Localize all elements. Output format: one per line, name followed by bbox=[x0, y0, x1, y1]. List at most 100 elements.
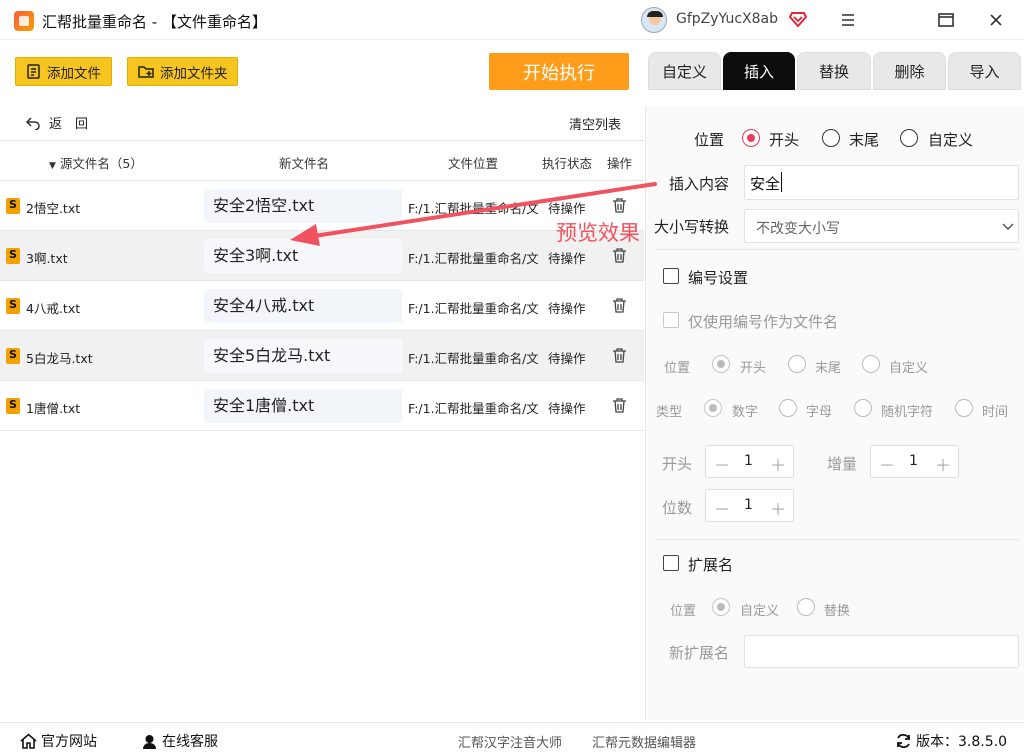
vip-diamond-icon[interactable] bbox=[788, 10, 808, 28]
table-row[interactable]: 4八戒.txt 安全4八戒.txt F:/1.汇帮批量重命名/文件 待操作 bbox=[0, 281, 644, 331]
plus-icon[interactable]: ＋ bbox=[770, 496, 786, 520]
minus-icon[interactable]: － bbox=[714, 496, 730, 520]
numbering-start-radio[interactable] bbox=[712, 355, 730, 373]
numbering-checkbox[interactable] bbox=[663, 268, 679, 284]
type-time-radio[interactable] bbox=[955, 399, 973, 417]
trash-icon[interactable] bbox=[612, 297, 627, 313]
increment-label: 增量 bbox=[827, 455, 858, 473]
type-letter-radio[interactable] bbox=[779, 399, 797, 417]
type-random-radio[interactable] bbox=[854, 399, 872, 417]
type-letter-label[interactable]: 字母 bbox=[806, 401, 832, 420]
version-info[interactable]: 版本：3.8.5.0 bbox=[895, 731, 1007, 751]
new-name: 安全1唐僧.txt bbox=[204, 389, 402, 423]
position-custom-radio[interactable] bbox=[900, 129, 918, 147]
official-website-label: 官方网站 bbox=[41, 734, 97, 750]
online-support-label: 在线客服 bbox=[162, 734, 218, 750]
pinyin-app-link[interactable]: 汇帮汉字注音大师 bbox=[458, 732, 562, 751]
version-label: 版本：3.8.5.0 bbox=[916, 734, 1007, 750]
position-custom-label[interactable]: 自定义 bbox=[928, 129, 973, 150]
new-extension-input[interactable] bbox=[744, 635, 1019, 668]
extension-replace-radio[interactable] bbox=[797, 598, 815, 616]
extension-custom-radio[interactable] bbox=[712, 598, 730, 616]
extension-position-label: 位置 bbox=[670, 604, 697, 619]
tab-insert[interactable]: 插入 bbox=[723, 52, 795, 90]
type-random-label[interactable]: 随机字符 bbox=[881, 401, 933, 420]
table-row[interactable]: 5白龙马.txt 安全5白龙马.txt F:/1.汇帮批量重命名/文件 待操作 bbox=[0, 331, 644, 381]
start-stepper[interactable]: － 1 ＋ bbox=[705, 445, 794, 478]
digits-stepper[interactable]: － 1 ＋ bbox=[705, 489, 794, 522]
add-folder-label: 添加文件夹 bbox=[160, 65, 228, 82]
official-website-link[interactable]: 官方网站 bbox=[20, 731, 97, 751]
numbering-end-radio[interactable] bbox=[788, 355, 806, 373]
add-file-button[interactable]: 添加文件 bbox=[15, 57, 112, 86]
case-convert-select[interactable]: 不改变大小写 bbox=[744, 209, 1019, 243]
plus-icon[interactable]: ＋ bbox=[935, 452, 951, 476]
tab-delete[interactable]: 删除 bbox=[873, 52, 946, 90]
numbering-custom-label[interactable]: 自定义 bbox=[889, 357, 928, 376]
extension-replace-label[interactable]: 替换 bbox=[824, 600, 850, 619]
app-logo-icon bbox=[14, 11, 34, 31]
case-convert-value: 不改变大小写 bbox=[756, 221, 840, 237]
home-icon bbox=[20, 733, 37, 749]
start-button[interactable]: 开始执行 bbox=[489, 53, 629, 90]
metadata-app-link[interactable]: 汇帮元数据编辑器 bbox=[592, 732, 696, 751]
numbering-custom-radio[interactable] bbox=[862, 355, 880, 373]
clear-list-button[interactable]: 清空列表 bbox=[569, 114, 621, 133]
insert-content-input[interactable]: 安全 bbox=[744, 165, 1019, 200]
digits-label: 位数 bbox=[662, 499, 693, 517]
status: 待操作 bbox=[548, 301, 586, 316]
table-row[interactable]: 1唐僧.txt 安全1唐僧.txt F:/1.汇帮批量重命名/文件 待操作 bbox=[0, 381, 644, 431]
increment-value: 1 bbox=[909, 453, 918, 469]
number-only-checkbox[interactable] bbox=[663, 312, 679, 328]
status: 待操作 bbox=[548, 401, 586, 416]
back-button[interactable]: 返 回 bbox=[25, 113, 88, 132]
column-source[interactable]: ▼ 源文件名（5） bbox=[49, 153, 143, 172]
increment-stepper[interactable]: － 1 ＋ bbox=[870, 445, 959, 478]
position-start-label[interactable]: 开头 bbox=[769, 129, 799, 150]
position-start-radio[interactable] bbox=[742, 129, 760, 147]
column-source-label: 源文件名（5） bbox=[59, 156, 143, 171]
digits-value: 1 bbox=[744, 497, 753, 513]
file-path: F:/1.汇帮批量重命名/文件 bbox=[408, 301, 538, 316]
add-file-icon bbox=[27, 64, 40, 79]
footer-bar: 官方网站 在线客服 汇帮汉字注音大师 汇帮元数据编辑器 版本：3.8.5.0 bbox=[0, 722, 1024, 755]
back-label: 返 回 bbox=[49, 117, 89, 132]
username[interactable]: GfpZyYucX8ab bbox=[676, 11, 778, 27]
position-end-radio[interactable] bbox=[822, 129, 840, 147]
add-file-label: 添加文件 bbox=[47, 65, 101, 82]
type-time-label[interactable]: 时间 bbox=[982, 401, 1008, 420]
source-name: 3啊.txt bbox=[26, 251, 68, 266]
extension-checkbox[interactable] bbox=[663, 555, 679, 571]
close-icon[interactable] bbox=[984, 8, 1008, 32]
header-divider bbox=[0, 140, 644, 141]
minus-icon[interactable]: － bbox=[879, 452, 895, 476]
add-folder-button[interactable]: 添加文件夹 bbox=[127, 57, 238, 86]
plus-icon[interactable]: ＋ bbox=[770, 452, 786, 476]
type-number-radio[interactable] bbox=[704, 399, 722, 417]
online-support-link[interactable]: 在线客服 bbox=[141, 731, 218, 751]
type-label: 类型 bbox=[656, 405, 683, 420]
chevron-down-icon bbox=[1002, 223, 1014, 231]
user-avatar[interactable] bbox=[641, 7, 667, 33]
extension-custom-label[interactable]: 自定义 bbox=[740, 600, 779, 619]
divider bbox=[655, 539, 1019, 540]
menu-icon[interactable] bbox=[836, 8, 860, 32]
status: 待操作 bbox=[548, 351, 586, 366]
minus-icon[interactable]: － bbox=[714, 452, 730, 476]
source-name: 2悟空.txt bbox=[26, 201, 81, 216]
tab-custom[interactable]: 自定义 bbox=[648, 52, 721, 90]
tab-import[interactable]: 导入 bbox=[948, 52, 1021, 90]
new-extension-label: 新扩展名 bbox=[669, 644, 730, 662]
numbering-start-label[interactable]: 开头 bbox=[740, 357, 766, 376]
trash-icon[interactable] bbox=[612, 397, 627, 413]
numbering-end-label[interactable]: 末尾 bbox=[815, 357, 841, 376]
refresh-icon bbox=[897, 733, 910, 749]
maximize-icon[interactable] bbox=[934, 8, 958, 32]
preview-effect-label: 预览效果 bbox=[556, 221, 640, 245]
trash-icon[interactable] bbox=[612, 347, 627, 363]
type-number-label[interactable]: 数字 bbox=[732, 401, 758, 420]
text-file-icon bbox=[6, 398, 20, 414]
start-label: 开头 bbox=[662, 455, 693, 473]
tab-replace[interactable]: 替换 bbox=[797, 52, 871, 90]
position-end-label[interactable]: 末尾 bbox=[849, 129, 879, 150]
